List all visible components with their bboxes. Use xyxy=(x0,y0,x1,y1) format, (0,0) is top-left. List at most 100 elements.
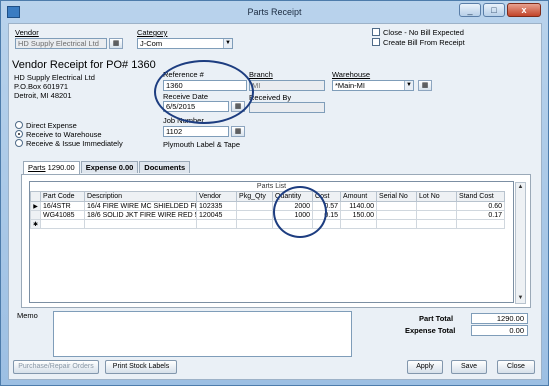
job-number-input[interactable]: 1102 xyxy=(163,126,229,137)
cell-quantity[interactable]: 1000 xyxy=(272,210,314,220)
row-selector[interactable] xyxy=(29,210,42,220)
close-window-button[interactable]: x xyxy=(507,3,541,17)
received-by-label: Received By xyxy=(249,93,292,102)
close-no-bill-checkbox[interactable] xyxy=(372,28,380,36)
tab-expense[interactable]: Expense 0.00 xyxy=(80,161,139,173)
part-total-value: 1290.00 xyxy=(471,313,528,324)
receive-to-warehouse-radio[interactable] xyxy=(15,130,23,138)
vendor-address-line-1: HD Supply Electrical Ltd xyxy=(14,73,95,82)
job-number-label: Job Number xyxy=(163,116,204,125)
apply-button[interactable]: Apply xyxy=(407,360,443,374)
table-row[interactable]: WG41085 18/6 SOLID JKT FIRE WIRE RED 50C… xyxy=(29,210,506,220)
memo-label: Memo xyxy=(17,311,38,320)
purchase-repair-orders-button[interactable]: Purchase/Repair Orders xyxy=(13,360,99,374)
scroll-up-icon[interactable]: ▲ xyxy=(516,183,525,192)
cell-stand-cost[interactable]: 0.17 xyxy=(456,210,506,220)
cell-cost[interactable]: 0.15 xyxy=(312,210,342,220)
calendar-icon[interactable]: ▦ xyxy=(231,101,245,112)
new-row-icon[interactable]: ✱ xyxy=(29,219,42,229)
cell-lot-no[interactable] xyxy=(416,201,458,211)
receive-date-input[interactable]: 6/5/2015 xyxy=(163,101,229,112)
reference-input[interactable]: 1360 xyxy=(163,80,247,91)
po-title: Vendor Receipt for PO# 1360 xyxy=(12,59,156,71)
receive-date-label: Receive Date xyxy=(163,92,209,101)
category-label: Category xyxy=(137,28,168,37)
cell-description[interactable]: 18/6 SOLID JKT FIRE WIRE RED 50C xyxy=(84,210,198,220)
minimize-button[interactable]: _ xyxy=(459,3,481,17)
new-row[interactable]: ✱ xyxy=(29,219,506,229)
col-description[interactable]: Description xyxy=(84,191,198,202)
branch-label: Branch xyxy=(249,70,273,79)
direct-expense-radio[interactable] xyxy=(15,121,23,129)
cell-lot-no[interactable] xyxy=(416,210,458,220)
cell-pkg-qty[interactable] xyxy=(236,201,274,211)
received-by-field[interactable] xyxy=(249,102,325,113)
parts-panel: Parts List Part Code Description Vendor … xyxy=(21,174,531,308)
tab-parts-value: 1290.00 xyxy=(47,163,75,172)
form-body: Vendor HD Supply Electrical Ltd ▦ Catego… xyxy=(8,23,542,380)
cell-amount[interactable]: 1140.00 xyxy=(340,201,378,211)
parts-receipt-window: Parts Receipt _ □ x Vendor HD Supply Ele… xyxy=(0,0,549,386)
memo-textarea[interactable] xyxy=(53,311,352,357)
receive-to-warehouse-label: Receive to Warehouse xyxy=(26,130,102,139)
tab-expense-value: 0.00 xyxy=(118,163,134,172)
tab-documents-label: Documents xyxy=(144,163,186,172)
vendor-address-line-2: P.O.Box 601971 xyxy=(14,82,69,91)
expense-total-value: 0.00 xyxy=(471,325,528,336)
cell-serial-no[interactable] xyxy=(376,210,418,220)
col-stand-cost[interactable]: Stand Cost xyxy=(456,191,506,202)
title-bar: Parts Receipt _ □ x xyxy=(1,1,548,23)
table-row[interactable]: ▶ 16/4STR 16/4 FIRE WIRE MC SHIELDED FIR… xyxy=(29,201,506,211)
category-select[interactable]: J-Com ▼ xyxy=(137,38,233,49)
warehouse-select[interactable]: *Main-MI ▼ xyxy=(332,80,414,91)
close-button[interactable]: Close xyxy=(497,360,535,374)
col-pkg-qty[interactable]: Pkg_Qty xyxy=(236,191,274,202)
expense-total-label: Expense Total xyxy=(405,326,456,335)
tab-parts[interactable]: Parts 1290.00 xyxy=(23,161,80,174)
col-vendor[interactable]: Vendor xyxy=(196,191,238,202)
tab-expense-label: Expense xyxy=(85,163,117,172)
tab-documents[interactable]: Documents xyxy=(139,161,191,173)
receive-issue-radio[interactable] xyxy=(15,139,23,147)
vendor-address-line-3: Detroit, MI 48201 xyxy=(14,91,72,100)
cell-quantity[interactable]: 2000 xyxy=(272,201,314,211)
save-button[interactable]: Save xyxy=(451,360,487,374)
col-lot-no[interactable]: Lot No xyxy=(416,191,458,202)
cell-serial-no[interactable] xyxy=(376,201,418,211)
create-bill-checkbox[interactable] xyxy=(372,38,380,46)
col-cost[interactable]: Cost xyxy=(312,191,342,202)
vendor-lookup-icon[interactable]: ▦ xyxy=(109,38,123,49)
cell-amount[interactable]: 150.00 xyxy=(340,210,378,220)
parts-grid: Parts List Part Code Description Vendor … xyxy=(29,181,526,304)
col-quantity[interactable]: Quantity xyxy=(272,191,314,202)
cell-vendor[interactable]: 120045 xyxy=(196,210,238,220)
print-stock-labels-button[interactable]: Print Stock Labels xyxy=(105,360,177,374)
parts-header-row: Part Code Description Vendor Pkg_Qty Qua… xyxy=(29,191,506,202)
vendor-field[interactable]: HD Supply Electrical Ltd xyxy=(15,38,107,49)
cell-part-code[interactable]: 16/4STR xyxy=(40,201,86,211)
receive-issue-label: Receive & Issue Immediately xyxy=(26,139,123,148)
job-lookup-icon[interactable]: ▦ xyxy=(231,126,245,137)
branch-field[interactable]: MI xyxy=(249,80,325,91)
scroll-down-icon[interactable]: ▼ xyxy=(516,294,525,303)
part-total-label: Part Total xyxy=(419,314,454,323)
cell-description[interactable]: 16/4 FIRE WIRE MC SHIELDED FIR xyxy=(84,201,198,211)
cell-cost[interactable]: 0.57 xyxy=(312,201,342,211)
warehouse-value: *Main-MI xyxy=(335,81,366,90)
col-part-code[interactable]: Part Code xyxy=(40,191,86,202)
chevron-down-icon[interactable]: ▼ xyxy=(404,81,413,90)
warehouse-lookup-icon[interactable]: ▦ xyxy=(418,80,432,91)
tab-strip: Parts 1290.00 Expense 0.00 Documents xyxy=(23,161,191,174)
cell-part-code[interactable]: WG41085 xyxy=(40,210,86,220)
cell-pkg-qty[interactable] xyxy=(236,210,274,220)
col-serial-no[interactable]: Serial No xyxy=(376,191,418,202)
col-amount[interactable]: Amount xyxy=(340,191,378,202)
create-bill-label: Create Bill From Receipt xyxy=(383,38,465,47)
chevron-down-icon[interactable]: ▼ xyxy=(223,39,232,48)
cell-stand-cost[interactable]: 0.60 xyxy=(456,201,506,211)
cell-vendor[interactable]: 102335 xyxy=(196,201,238,211)
grid-scrollbar[interactable]: ▲ ▼ xyxy=(515,182,526,304)
current-row-icon[interactable]: ▶ xyxy=(29,201,42,211)
row-selector-header xyxy=(29,191,42,202)
maximize-button[interactable]: □ xyxy=(483,3,505,17)
